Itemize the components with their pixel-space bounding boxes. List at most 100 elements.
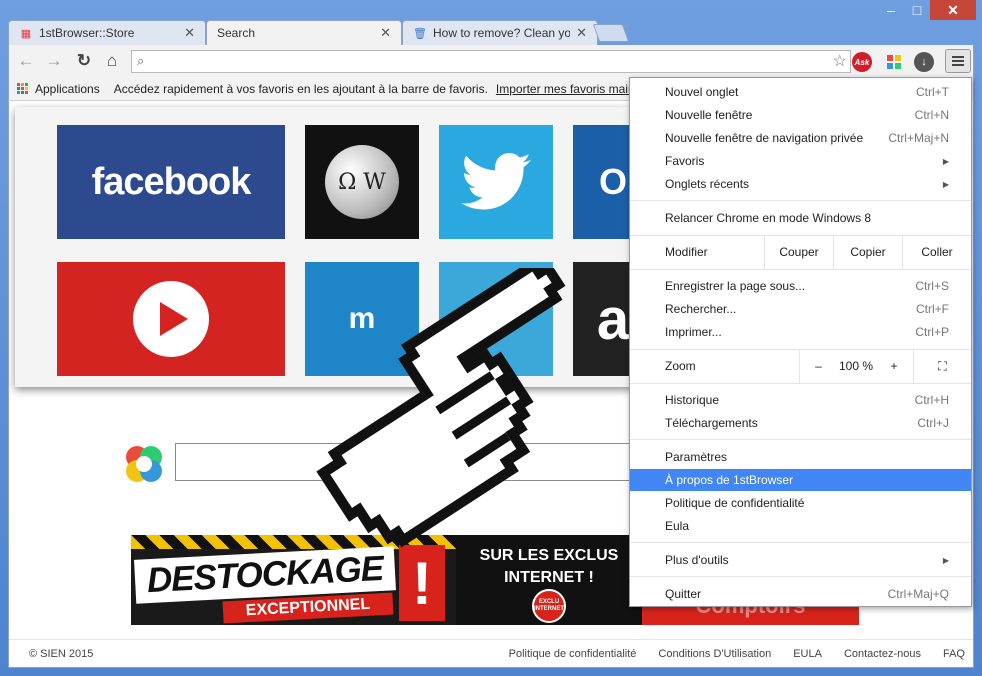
- zoom-out-button[interactable]: –: [799, 349, 837, 383]
- fullscreen-icon[interactable]: ⛶: [913, 349, 971, 383]
- address-input[interactable]: [154, 53, 814, 70]
- tile-twitter[interactable]: [439, 125, 553, 239]
- menu-shortcut: Ctrl+T: [916, 85, 949, 99]
- exclamation-mark: !: [399, 545, 445, 621]
- menu-shortcut: Ctrl+J: [917, 416, 949, 430]
- menu-item-about[interactable]: À propos de 1stBrowser: [630, 469, 971, 491]
- toolbar: ← → ↻ ⌂ ⌕ ☆ Ask ↓: [8, 45, 974, 77]
- menu-item-quit[interactable]: Quitter Ctrl+Maj+Q: [630, 583, 971, 605]
- copyright: © SIEN 2015: [29, 647, 94, 660]
- close-tab-icon[interactable]: ✕: [380, 25, 391, 41]
- menu-item-print[interactable]: Imprimer... Ctrl+P: [630, 321, 971, 343]
- window-controls: – □ ✕: [878, 0, 976, 20]
- tile-wikipedia[interactable]: Ω W: [305, 125, 419, 239]
- search-input[interactable]: [175, 443, 645, 481]
- tab-how-to-remove[interactable]: 🗑 How to remove? Clean yo ✕: [402, 20, 598, 45]
- footer-link-privacy[interactable]: Politique de confidentialité: [509, 648, 637, 660]
- tab-store[interactable]: ▦ 1stBrowser::Store ✕: [8, 20, 206, 45]
- submenu-arrow-icon: ▶: [942, 179, 949, 189]
- menu-item-save-page[interactable]: Enregistrer la page sous... Ctrl+S: [630, 275, 971, 297]
- menu-item-eula[interactable]: Eula: [630, 515, 971, 537]
- maximize-button[interactable]: □: [904, 0, 930, 20]
- menu-item-label: Eula: [665, 519, 690, 533]
- close-tab-icon[interactable]: ✕: [184, 25, 195, 41]
- omnibox[interactable]: ⌕ ☆: [131, 50, 851, 73]
- menu-item-more-tools[interactable]: Plus d'outils ▶: [630, 549, 971, 571]
- cut-button[interactable]: Couper: [764, 235, 833, 269]
- menu-item-label: Nouvelle fenêtre de navigation privée: [665, 131, 864, 145]
- menu-zoom-row: Zoom – 100 % + ⛶: [630, 349, 971, 383]
- minimize-button[interactable]: –: [878, 0, 904, 20]
- menu-item-label: Favoris: [665, 154, 705, 168]
- apps-bookmark[interactable]: Applications: [35, 82, 100, 96]
- close-window-button[interactable]: ✕: [930, 0, 976, 20]
- page-footer: © SIEN 2015 Politique de confidentialité…: [9, 639, 973, 667]
- back-icon[interactable]: ←: [15, 51, 37, 71]
- store-grid-icon: ▦: [20, 27, 32, 40]
- menu-item-label: Rechercher...: [665, 302, 737, 316]
- menu-item-bookmarks[interactable]: Favoris ▶: [630, 150, 971, 172]
- ask-extension-icon[interactable]: Ask: [852, 52, 872, 72]
- menu-separator: [630, 383, 971, 384]
- exclus-ad[interactable]: SUR LES EXCLUS INTERNET ! EXCLU INTERNET: [456, 535, 642, 625]
- menu-item-label: Politique de confidentialité: [665, 496, 805, 510]
- menu-item-history[interactable]: Historique Ctrl+H: [630, 389, 971, 411]
- home-icon[interactable]: ⌂: [101, 51, 123, 71]
- menu-item-label: Plus d'outils: [665, 553, 729, 567]
- menu-item-settings[interactable]: Paramètres: [630, 446, 971, 468]
- zoom-level: 100 %: [838, 359, 874, 373]
- import-bookmarks-link[interactable]: Importer mes favoris maint: [496, 82, 638, 96]
- tile-mail[interactable]: ✉: [439, 262, 553, 376]
- menu-item-label: Téléchargements: [665, 416, 758, 430]
- menu-item-label: Nouvel onglet: [665, 85, 739, 99]
- wikipedia-globe-icon: Ω W: [325, 145, 399, 219]
- footer-link-eula[interactable]: EULA: [793, 648, 822, 660]
- menu-separator: [630, 439, 971, 440]
- tile-msn[interactable]: m: [305, 262, 419, 376]
- menu-shortcut: Ctrl+S: [915, 279, 949, 293]
- menu-item-incognito[interactable]: Nouvelle fenêtre de navigation privée Ctr…: [630, 127, 971, 149]
- menu-item-downloads[interactable]: Téléchargements Ctrl+J: [630, 412, 971, 434]
- bookmark-star-icon[interactable]: ☆: [833, 51, 847, 71]
- menu-item-label: À propos de 1stBrowser: [665, 473, 794, 487]
- menu-item-relaunch-win8[interactable]: Relancer Chrome en mode Windows 8: [630, 207, 971, 229]
- menu-shortcut: Ctrl+P: [915, 325, 949, 339]
- reload-icon[interactable]: ↻: [73, 51, 95, 71]
- menu-item-label: Imprimer...: [665, 325, 722, 339]
- menu-item-label: Paramètres: [665, 450, 728, 464]
- footer-links: Politique de confidentialité Conditions …: [509, 648, 965, 660]
- destockage-ad[interactable]: DESTOCKAGE EXCEPTIONNEL !: [131, 535, 456, 625]
- tile-facebook[interactable]: facebook: [57, 125, 285, 239]
- apps-grid-icon: [17, 82, 29, 95]
- menu-item-privacy[interactable]: Politique de confidentialité: [630, 492, 971, 514]
- tab-label: How to remove? Clean yo: [433, 26, 571, 40]
- new-tab-button[interactable]: [592, 24, 630, 42]
- exclus-line1: SUR LES EXCLUS: [479, 547, 619, 564]
- store-extension-icon[interactable]: [884, 52, 904, 72]
- chrome-menu-button[interactable]: [945, 49, 971, 73]
- footer-link-faq[interactable]: FAQ: [943, 648, 965, 660]
- trash-can-icon: 🗑: [413, 27, 427, 40]
- bookmarks-hint: Accédez rapidement à vos favoris en les …: [113, 81, 488, 96]
- menu-item-new-tab[interactable]: Nouvel onglet Ctrl+T: [630, 81, 971, 103]
- download-icon[interactable]: ↓: [914, 52, 934, 72]
- paste-button[interactable]: Coller: [902, 235, 971, 269]
- envelope-icon: ✉: [476, 293, 516, 345]
- forward-icon[interactable]: →: [43, 51, 65, 71]
- tab-strip: ▦ 1stBrowser::Store ✕ Search ✕ 🗑 How to …: [8, 20, 808, 45]
- tile-youtube[interactable]: [57, 262, 285, 376]
- zoom-in-button[interactable]: +: [875, 349, 913, 383]
- copy-button[interactable]: Copier: [833, 235, 902, 269]
- exclu-internet-badge: EXCLU INTERNET: [532, 589, 566, 623]
- menu-separator: [630, 269, 971, 270]
- menu-item-find[interactable]: Rechercher... Ctrl+F: [630, 298, 971, 320]
- menu-item-recent-tabs[interactable]: Onglets récents ▶: [630, 173, 971, 195]
- menu-item-new-window[interactable]: Nouvelle fenêtre Ctrl+N: [630, 104, 971, 126]
- footer-link-terms[interactable]: Conditions D'Utilisation: [658, 648, 771, 660]
- close-tab-icon[interactable]: ✕: [576, 25, 587, 41]
- menu-separator: [630, 200, 971, 201]
- menu-shortcut: Ctrl+Maj+Q: [887, 587, 949, 601]
- footer-link-contact[interactable]: Contactez-nous: [844, 648, 921, 660]
- tab-search[interactable]: Search ✕: [206, 20, 402, 45]
- zoom-label: Zoom: [665, 359, 696, 373]
